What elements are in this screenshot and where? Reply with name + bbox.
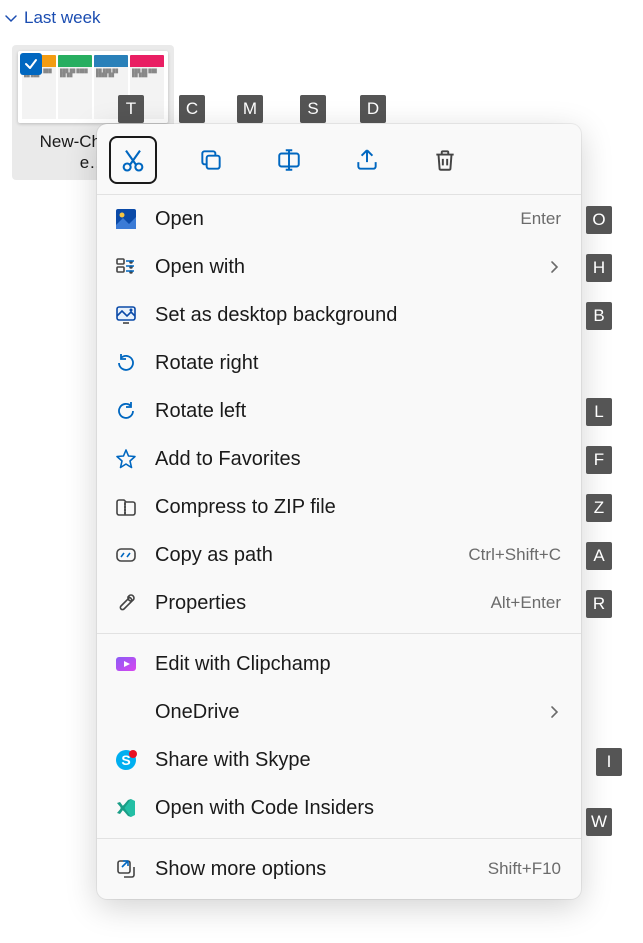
menu-label: Show more options [155,858,488,881]
vscode-insiders-icon [113,795,139,821]
menu-label: Open with [155,256,547,279]
key-hint-rotate-left: L [586,398,612,426]
menu-item-rotate-right[interactable]: Rotate right [97,339,581,387]
key-hint-properties: R [586,590,612,618]
menu-item-onedrive[interactable]: OneDrive [97,688,581,736]
photo-icon [113,206,139,232]
rotate-left-icon [113,398,139,424]
menu-accel: Shift+F10 [488,859,561,879]
desktop-bg-icon [113,302,139,328]
checkmark-icon[interactable] [20,53,42,75]
key-hint-rename: M [237,95,263,123]
chevron-right-icon [547,705,561,719]
cut-button[interactable] [109,136,157,184]
wrench-icon [113,590,139,616]
star-icon [113,446,139,472]
menu-label: Set as desktop background [155,304,561,327]
menu-item-clipchamp[interactable]: Edit with Clipchamp [97,640,581,688]
open-with-icon [113,254,139,280]
group-header-last-week[interactable]: Last week [0,0,643,34]
key-hint-set-bg: B [586,302,612,330]
show-more-icon [113,856,139,882]
key-hint-share: S [300,95,326,123]
key-hint-code-insiders: W [586,808,612,836]
key-hint-cut: T [118,95,144,123]
menu-item-show-more[interactable]: Show more options Shift+F10 [97,845,581,893]
key-hint-open: O [586,206,612,234]
menu-label: Add to Favorites [155,448,561,471]
menu-item-share-skype[interactable]: S Share with Skype [97,736,581,784]
menu-item-rotate-left[interactable]: Rotate left [97,387,581,435]
skype-icon: S [113,747,139,773]
copy-path-icon [113,542,139,568]
menu-accel: Enter [520,209,561,229]
menu-accel: Alt+Enter [491,593,561,613]
menu-label: Open [155,208,520,231]
menu-item-compress-zip[interactable]: Compress to ZIP file [97,483,581,531]
menu-label: Rotate right [155,352,561,375]
quick-actions-row [97,124,581,194]
share-button[interactable] [343,136,391,184]
key-hint-favorites: F [586,446,612,474]
key-hint-copy-path: A [586,542,612,570]
delete-button[interactable] [421,136,469,184]
menu-label: Share with Skype [155,749,561,772]
menu-label: OneDrive [155,701,547,724]
key-hint-delete: D [360,95,386,123]
menu-accel: Ctrl+Shift+C [468,545,561,565]
menu-label: Properties [155,592,491,615]
menu-label: Edit with Clipchamp [155,653,561,676]
chevron-right-icon [547,260,561,274]
menu-label: Rotate left [155,400,561,423]
menu-item-open[interactable]: Open Enter [97,195,581,243]
rotate-right-icon [113,350,139,376]
menu-item-properties[interactable]: Properties Alt+Enter [97,579,581,627]
group-header-label: Last week [24,8,101,28]
menu-item-code-insiders[interactable]: Open with Code Insiders [97,784,581,832]
menu-item-add-favorites[interactable]: Add to Favorites [97,435,581,483]
menu-label: Open with Code Insiders [155,797,561,820]
chevron-down-icon [4,11,18,25]
clipchamp-icon [113,651,139,677]
menu-item-copy-path[interactable]: Copy as path Ctrl+Shift+C [97,531,581,579]
zip-icon [113,494,139,520]
copy-button[interactable] [187,136,235,184]
rename-button[interactable] [265,136,313,184]
key-hint-copy: C [179,95,205,123]
key-hint-skype: I [596,748,622,776]
key-hint-open-with: H [586,254,612,282]
context-menu: Open Enter Open with Set as desktop back… [97,124,581,899]
menu-item-open-with[interactable]: Open with [97,243,581,291]
menu-label: Compress to ZIP file [155,496,561,519]
onedrive-icon [113,699,139,725]
key-hint-compress: Z [586,494,612,522]
menu-item-set-desktop-bg[interactable]: Set as desktop background [97,291,581,339]
menu-label: Copy as path [155,544,468,567]
